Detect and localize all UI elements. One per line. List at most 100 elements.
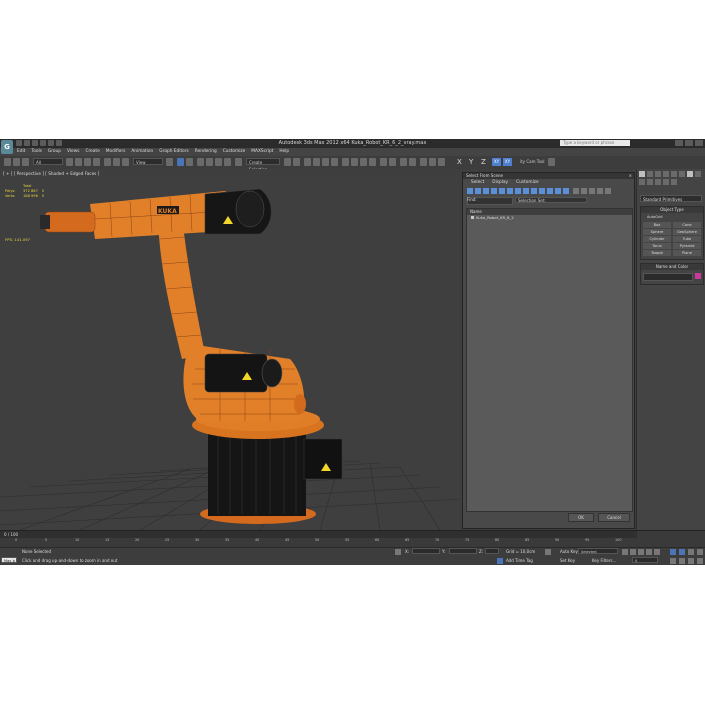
- vray-frame-buffer-icon[interactable]: [380, 158, 387, 166]
- display-frozen-icon[interactable]: [547, 188, 553, 194]
- menu-item-maxscript[interactable]: MAXScript: [248, 148, 276, 156]
- rotate-icon[interactable]: [113, 158, 120, 166]
- graphite-ribbon-icon[interactable]: [313, 158, 320, 166]
- menu-item-graph-editors[interactable]: Graph Editors: [156, 148, 192, 156]
- display-bones-icon[interactable]: [531, 188, 537, 194]
- scale-icon[interactable]: [122, 158, 129, 166]
- geosphere-button[interactable]: GeoSphere: [673, 229, 701, 235]
- dialog-close-icon[interactable]: ×: [629, 173, 632, 179]
- helpers-icon[interactable]: [655, 179, 661, 185]
- teapot-cam-icon[interactable]: [548, 158, 555, 166]
- display-tab-icon[interactable]: [671, 171, 677, 177]
- select-none-icon[interactable]: [581, 188, 587, 194]
- pan-view-icon[interactable]: [679, 558, 685, 564]
- time-slider[interactable]: 0 / 100: [0, 531, 637, 538]
- space-warps-icon[interactable]: [663, 179, 669, 185]
- spinner-snap-icon[interactable]: [224, 158, 231, 166]
- align-icon[interactable]: [293, 158, 300, 166]
- ok-button[interactable]: OK: [568, 513, 594, 522]
- display-lights-icon[interactable]: [483, 188, 489, 194]
- motion-tab-icon[interactable]: [663, 171, 669, 177]
- zoom-extents-all-icon[interactable]: [697, 549, 703, 555]
- keyboard-shortcut-icon[interactable]: [186, 158, 193, 166]
- object-color-swatch[interactable]: [695, 273, 701, 279]
- x-coord-input[interactable]: [412, 548, 440, 554]
- dialog-menu-customize[interactable]: Customize: [516, 179, 539, 187]
- geometry-icon[interactable]: [687, 171, 693, 177]
- menu-item-rendering[interactable]: Rendering: [192, 148, 220, 156]
- render-production-icon[interactable]: [369, 158, 376, 166]
- maxscript-listener[interactable]: Max b: [1, 557, 17, 563]
- select-by-name-icon[interactable]: [75, 158, 82, 166]
- display-xrefs-icon[interactable]: [523, 188, 529, 194]
- sync-selection-icon[interactable]: [597, 188, 603, 194]
- cancel-button[interactable]: Cancel: [598, 513, 630, 522]
- add-time-tag[interactable]: Add Time Tag: [506, 558, 533, 563]
- display-all-icon[interactable]: [563, 188, 569, 194]
- display-containers-icon[interactable]: [539, 188, 545, 194]
- search-input[interactable]: Type a keyword or phrase: [560, 140, 630, 146]
- unlink-icon[interactable]: [13, 158, 20, 166]
- go-to-end-icon[interactable]: [654, 549, 660, 555]
- key-filters-button[interactable]: Key Filters...: [592, 558, 616, 563]
- window-crossing-icon[interactable]: [93, 158, 100, 166]
- primitive-type-dropdown[interactable]: Standard Primitives: [640, 195, 702, 202]
- select-invert-icon[interactable]: [589, 188, 595, 194]
- menu-item-views[interactable]: Views: [64, 148, 82, 156]
- curve-editor-icon[interactable]: [322, 158, 329, 166]
- cylinder-button[interactable]: Cylinder: [643, 236, 671, 242]
- list-item[interactable]: Kuka_Robot_KR_6_2: [467, 215, 632, 221]
- display-helpers-icon[interactable]: [499, 188, 505, 194]
- render-setup-icon[interactable]: [351, 158, 358, 166]
- box-button[interactable]: Box: [643, 222, 671, 228]
- go-to-start-icon[interactable]: [622, 549, 628, 555]
- environment-icon[interactable]: [429, 158, 436, 166]
- zoom-icon[interactable]: [670, 549, 676, 555]
- current-frame-input[interactable]: 0: [632, 557, 658, 563]
- zoom-extents-icon[interactable]: [688, 549, 694, 555]
- menu-item-customize[interactable]: Customize: [220, 148, 249, 156]
- select-and-manipulate-icon[interactable]: [177, 158, 184, 166]
- vray-render-icon[interactable]: [389, 158, 396, 166]
- layer-manager-icon[interactable]: [304, 158, 311, 166]
- constrain-x-button[interactable]: X: [457, 157, 462, 167]
- orbit-icon[interactable]: [688, 558, 694, 564]
- field-of-view-icon[interactable]: [670, 558, 676, 564]
- menu-item-tools[interactable]: Tools: [28, 148, 45, 156]
- sphere-button[interactable]: Sphere: [643, 229, 671, 235]
- object-name-input[interactable]: [643, 273, 693, 281]
- dialog-menu-display[interactable]: Display: [492, 179, 508, 187]
- close-icon[interactable]: [695, 140, 703, 146]
- torus-button[interactable]: Torus: [643, 243, 671, 249]
- menu-item-modifiers[interactable]: Modifiers: [103, 148, 129, 156]
- reference-coordinate-dropdown[interactable]: View: [133, 158, 163, 165]
- move-icon[interactable]: [104, 158, 111, 166]
- rendered-frame-window-icon[interactable]: [360, 158, 367, 166]
- selection-set-dropdown[interactable]: Selection Set:: [515, 197, 587, 203]
- zoom-all-icon[interactable]: [679, 549, 685, 555]
- selection-filter-dropdown[interactable]: All: [33, 158, 63, 165]
- cone-button[interactable]: Cone: [673, 222, 701, 228]
- menu-item-help[interactable]: Help: [276, 148, 292, 156]
- plane-button[interactable]: Plane: [673, 250, 701, 256]
- angle-snap-icon[interactable]: [206, 158, 213, 166]
- constrain-plane-button[interactable]: XY: [503, 158, 512, 166]
- display-geometry-icon[interactable]: [467, 188, 473, 194]
- named-selection-sets-dropdown[interactable]: Create Selection: [246, 158, 280, 172]
- pivot-center-icon[interactable]: [166, 158, 173, 166]
- select-all-icon[interactable]: [573, 188, 579, 194]
- tube-button[interactable]: Tube: [673, 236, 701, 242]
- menu-item-animation[interactable]: Animation: [128, 148, 156, 156]
- material-editor-icon[interactable]: [342, 158, 349, 166]
- snaps-toggle-icon[interactable]: [197, 158, 204, 166]
- teapot-render-icon[interactable]: [400, 158, 407, 166]
- previous-frame-icon[interactable]: [630, 549, 636, 555]
- modify-tab-icon[interactable]: [647, 171, 653, 177]
- next-frame-icon[interactable]: [646, 549, 652, 555]
- bind-space-warp-icon[interactable]: [22, 158, 29, 166]
- constrain-y-button[interactable]: Y: [469, 157, 473, 167]
- minimize-icon[interactable]: [675, 140, 683, 146]
- key-selection-dropdown[interactable]: Selected: [578, 548, 618, 554]
- mirror-icon[interactable]: [284, 158, 291, 166]
- select-object-icon[interactable]: [66, 158, 73, 166]
